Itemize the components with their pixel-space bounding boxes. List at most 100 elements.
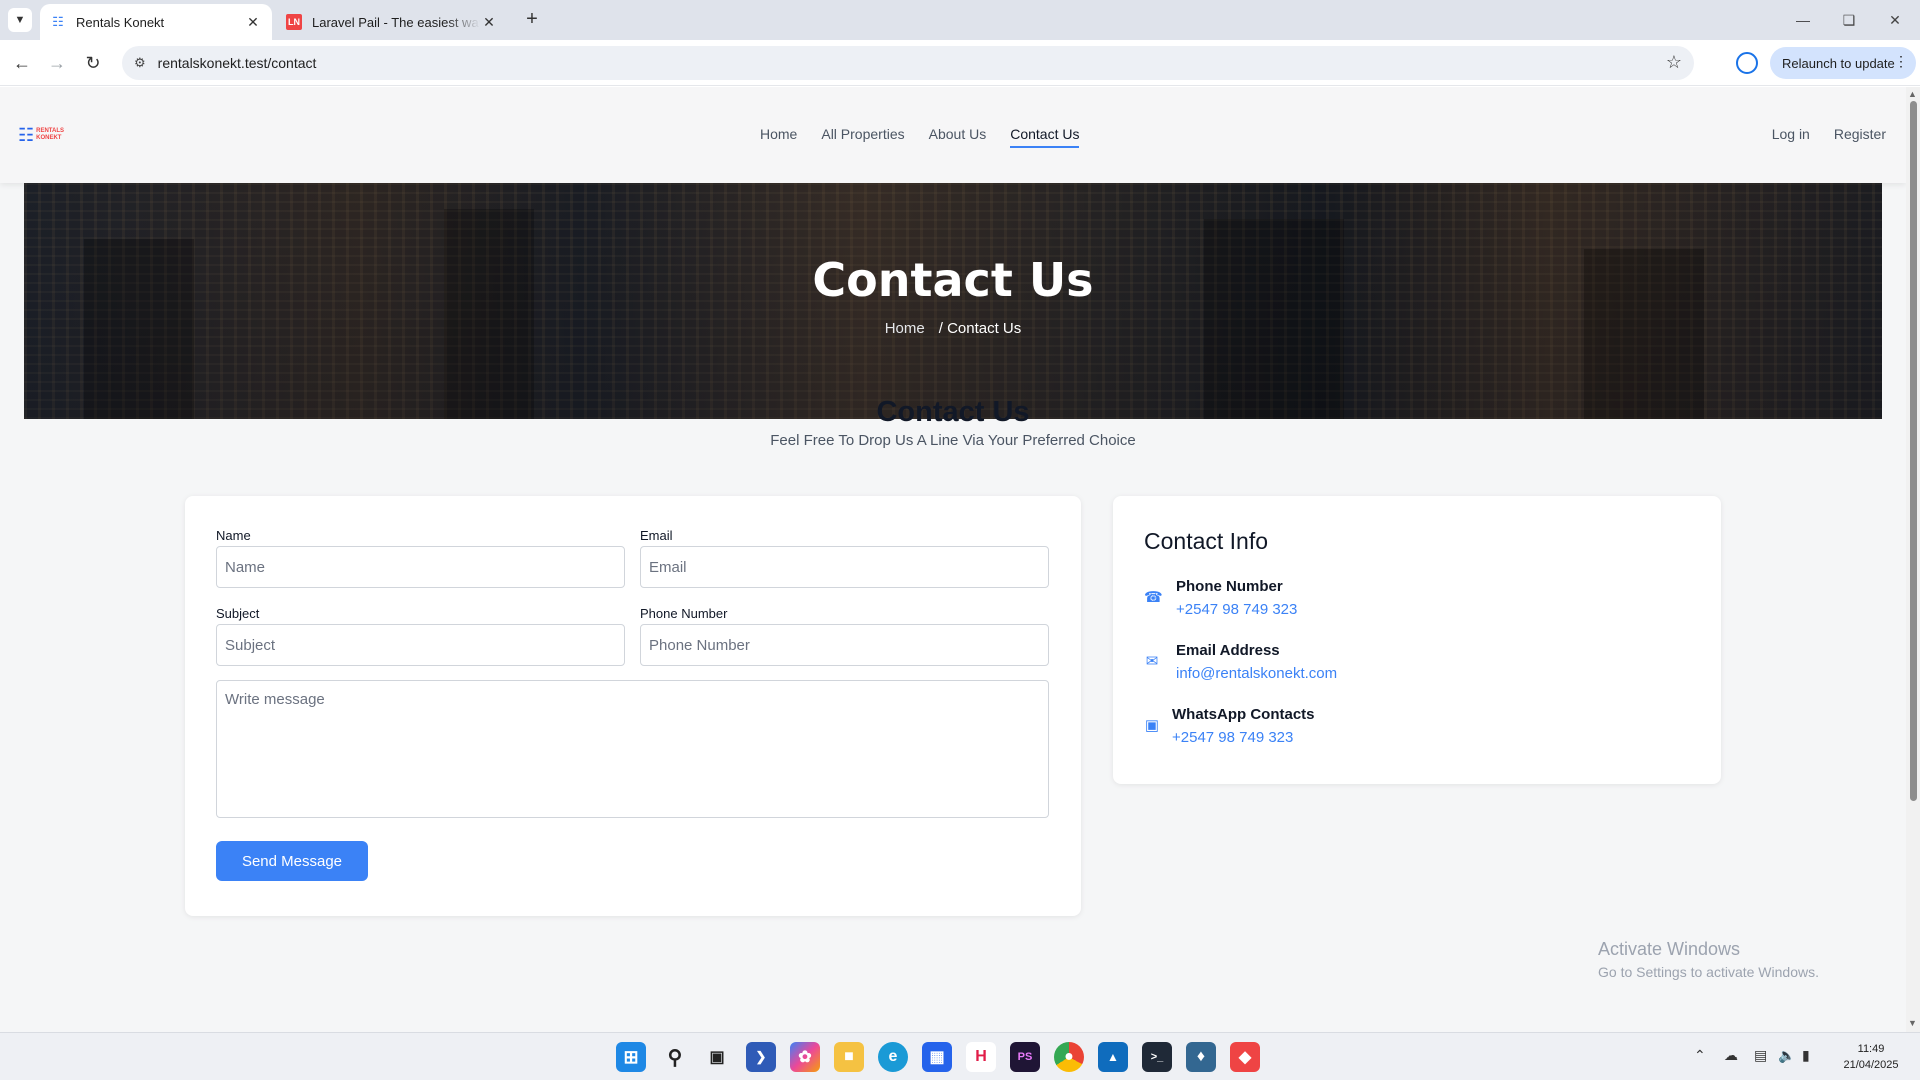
main-nav: Home All Properties About Us Contact Us xyxy=(760,126,1080,148)
terminal-icon[interactable]: >_ xyxy=(1142,1042,1172,1072)
windows-activation-watermark: Activate Windows Go to Settings to activ… xyxy=(1598,939,1819,980)
section-title: Contact Us xyxy=(876,396,1030,428)
edge-icon[interactable]: e xyxy=(878,1042,908,1072)
hero-banner: Contact Us Home / Contact Us xyxy=(24,183,1882,419)
menu-dots-icon[interactable]: ⋮ xyxy=(1894,53,1908,70)
hero-title: Contact Us xyxy=(812,253,1094,307)
contact-form: Name Email Subject Phone Number Send Mes… xyxy=(185,496,1081,916)
chrome-icon[interactable]: ● xyxy=(1054,1042,1084,1072)
clock-time: 11:49 xyxy=(1857,1043,1885,1055)
tray-overflow-icon[interactable]: ⌃ xyxy=(1694,1047,1706,1064)
page-viewport: ☷ RENTALS KONEKT Home All Properties Abo… xyxy=(0,87,1906,1032)
onedrive-icon[interactable]: ☁ xyxy=(1724,1047,1738,1064)
hero-building-shape xyxy=(444,209,534,419)
battery-icon[interactable]: ▮ xyxy=(1802,1047,1810,1064)
envelope-icon: ✉ xyxy=(1145,653,1159,670)
photos-icon[interactable]: ▲ xyxy=(1098,1042,1128,1072)
phone-link[interactable]: +2547 98 749 323 xyxy=(1176,601,1297,618)
windows-start-icon[interactable]: ⊞ xyxy=(616,1042,646,1072)
bookmark-star-icon[interactable]: ☆ xyxy=(1666,52,1682,73)
tab-search-button[interactable]: ▼ xyxy=(8,8,32,32)
tab-rentals-konekt[interactable]: ☷ Rentals Konekt ✕ xyxy=(40,4,272,40)
browser-tab-strip: ▼ ☷ Rentals Konekt ✕ LN Laravel Pail - T… xyxy=(0,0,1920,40)
search-icon[interactable]: ⚲ xyxy=(660,1042,690,1072)
close-tab-icon[interactable]: ✕ xyxy=(480,14,498,31)
tab-title: Laravel Pail - The easiest way to xyxy=(312,14,480,30)
contact-info-whatsapp: ▣ WhatsApp Contacts +2547 98 749 323 xyxy=(1144,706,1704,756)
site-favicon-icon: ☷ xyxy=(52,14,64,29)
section-subtitle: Feel Free To Drop Us A Line Via Your Pre… xyxy=(770,432,1136,449)
tab-laravel-pail[interactable]: LN Laravel Pail - The easiest way to ✕ xyxy=(276,4,508,40)
whatsapp-link[interactable]: +2547 98 749 323 xyxy=(1172,729,1293,746)
breadcrumb: Home / Contact Us xyxy=(24,320,1882,337)
nav-contact-us[interactable]: Contact Us xyxy=(1010,126,1080,148)
nav-all-properties[interactable]: All Properties xyxy=(821,126,904,148)
contact-info-email: ✉ Email Address info@rentalskonekt.com xyxy=(1144,642,1704,692)
site-logo[interactable]: ☷ RENTALS KONEKT xyxy=(18,125,78,145)
email-label: Email xyxy=(640,528,673,543)
name-input[interactable] xyxy=(216,546,625,588)
system-clock[interactable]: 11:49 21/04/2025 xyxy=(1836,1041,1906,1073)
contact-info-label: Email Address xyxy=(1176,642,1280,659)
file-explorer-icon[interactable]: ■ xyxy=(834,1042,864,1072)
close-tab-icon[interactable]: ✕ xyxy=(244,14,262,31)
login-link[interactable]: Log in xyxy=(1772,126,1810,142)
scroll-down-icon[interactable]: ▼ xyxy=(1908,1018,1917,1028)
page-scrollbar[interactable]: ▲ ▼ xyxy=(1906,87,1920,1032)
powershell-icon[interactable]: ❯ xyxy=(746,1042,776,1072)
email-link[interactable]: info@rentalskonekt.com xyxy=(1176,665,1337,682)
tab-title: Rentals Konekt xyxy=(76,14,165,30)
site-header: ☷ RENTALS KONEKT Home All Properties Abo… xyxy=(0,87,1906,183)
logo-building-icon: ☷ xyxy=(18,125,35,145)
contact-info-label: WhatsApp Contacts xyxy=(1172,706,1315,723)
breadcrumb-current: / Contact Us xyxy=(938,320,1022,337)
register-link[interactable]: Register xyxy=(1834,126,1886,142)
relaunch-button[interactable]: Relaunch to update ⋮ xyxy=(1770,47,1916,79)
relaunch-label: Relaunch to update xyxy=(1782,55,1895,71)
back-arrow-icon[interactable]: ← xyxy=(9,50,35,76)
task-view-icon[interactable]: ▣ xyxy=(702,1042,732,1072)
contact-info-phone: ☎ Phone Number +2547 98 749 323 xyxy=(1144,578,1704,628)
close-window-icon[interactable]: ✕ xyxy=(1872,0,1918,40)
scrollbar-thumb[interactable] xyxy=(1910,101,1917,801)
subject-input[interactable] xyxy=(216,624,625,666)
scroll-up-icon[interactable]: ▲ xyxy=(1908,89,1917,99)
reload-icon[interactable]: ↻ xyxy=(80,50,106,76)
hero-building-shape xyxy=(1204,219,1344,419)
url-text[interactable]: rentalskonekt.test/contact xyxy=(158,55,317,71)
email-input[interactable] xyxy=(640,546,1049,588)
profile-icon[interactable] xyxy=(1736,52,1758,74)
site-info-icon[interactable]: ⚙ xyxy=(134,55,146,71)
laravel-news-favicon-icon: LN xyxy=(286,14,302,30)
copilot-icon[interactable]: ✿ xyxy=(790,1042,820,1072)
address-bar[interactable]: ⚙ rentalskonekt.test/contact ☆ xyxy=(122,46,1694,80)
restore-icon[interactable]: ❏ xyxy=(1826,0,1872,40)
postgres-icon[interactable]: ♦ xyxy=(1186,1042,1216,1072)
phpstorm-icon[interactable]: PS xyxy=(1010,1042,1040,1072)
watermark-line-2: Go to Settings to activate Windows. xyxy=(1598,964,1819,980)
new-tab-button[interactable]: + xyxy=(520,8,544,32)
phone-input[interactable] xyxy=(640,624,1049,666)
message-textarea[interactable] xyxy=(216,680,1049,818)
browser-toolbar: ← → ↻ ⚙ rentalskonekt.test/contact ☆ Rel… xyxy=(0,40,1920,86)
git-client-icon[interactable]: ◆ xyxy=(1230,1042,1260,1072)
minimize-icon[interactable]: — xyxy=(1780,0,1826,40)
name-label: Name xyxy=(216,528,251,543)
send-message-button[interactable]: Send Message xyxy=(216,841,368,881)
forward-arrow-icon[interactable]: → xyxy=(44,50,70,76)
breadcrumb-home-link[interactable]: Home xyxy=(885,320,925,337)
herd-icon[interactable]: H xyxy=(966,1042,996,1072)
whatsapp-icon: ▣ xyxy=(1144,717,1160,734)
contact-info-label: Phone Number xyxy=(1176,578,1283,595)
nav-about-us[interactable]: About Us xyxy=(929,126,987,148)
nav-home[interactable]: Home xyxy=(760,126,797,148)
contact-info-card: Contact Info ☎ Phone Number +2547 98 749… xyxy=(1113,496,1721,784)
logo-text: RENTALS KONEKT xyxy=(36,128,65,141)
volume-icon[interactable]: 🔈 xyxy=(1778,1047,1795,1064)
auth-nav: Log in Register xyxy=(1772,126,1886,142)
subject-label: Subject xyxy=(216,606,260,621)
phone-label: Phone Number xyxy=(640,606,728,621)
store-icon[interactable]: ▦ xyxy=(922,1042,952,1072)
phone-icon: ☎ xyxy=(1144,589,1163,606)
network-icon[interactable]: ▤ xyxy=(1754,1047,1767,1064)
